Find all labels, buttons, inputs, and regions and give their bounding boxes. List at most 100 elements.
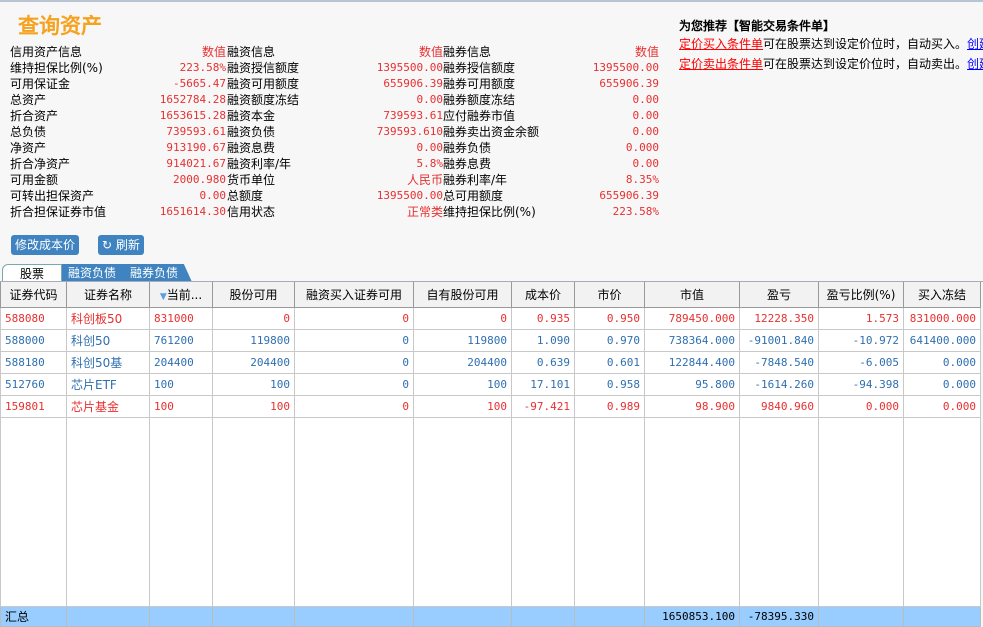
- sell-condition-link[interactable]: 定价卖出条件单: [679, 57, 763, 71]
- info-row: 融券额度冻结 0.00: [443, 92, 659, 108]
- column-label: 融资买入证券可用: [305, 287, 402, 302]
- edit-cost-button[interactable]: 修改成本价: [11, 235, 80, 255]
- table-row[interactable]: 588180 科创50基 204400 204400 0 204400 0.639 0.601…: [0, 350, 981, 374]
- info-header-label: 融券信息: [443, 45, 492, 59]
- table-cell: 100: [149, 372, 213, 396]
- info-row: 维持担保比例(%) 223.58%: [10, 60, 226, 76]
- info-row: 维持担保比例(%) 223.58%: [443, 204, 659, 220]
- column-header[interactable]: 自有股份可用: [413, 282, 512, 308]
- column-label: 证券名称: [83, 287, 132, 302]
- info-label: 融资负债: [227, 125, 276, 139]
- table-cell: 芯片ETF: [66, 372, 150, 396]
- column-label: 买入冻结: [917, 287, 966, 302]
- info-label: 融券额度冻结: [443, 93, 516, 107]
- table-row[interactable]: 159801 芯片基金 100 100 0 100 -97.421 0.989 98.900 98…: [0, 394, 981, 418]
- column-label: 市价: [597, 287, 622, 302]
- column-header[interactable]: ▼当前...: [149, 282, 213, 308]
- info-row: 应付融券市值 0.00: [443, 108, 659, 124]
- info-value: 正常类: [406, 205, 443, 219]
- info-value: 1395500.00: [592, 61, 659, 74]
- info-row: 融券息费 0.00: [443, 156, 659, 172]
- info-header-value: 数值: [634, 45, 659, 59]
- tab-bar: 股票 融资负债 融券负债: [0, 264, 200, 282]
- info-label: 折合担保证券市值: [10, 205, 107, 219]
- create-link[interactable]: 创建: [967, 37, 983, 51]
- table-cell: 0: [294, 394, 414, 418]
- info-label: 融资授信额度: [227, 61, 300, 75]
- table-cell: 98.900: [644, 394, 740, 418]
- table-row[interactable]: 512760 芯片ETF 100 100 0 100 17.101 0.958 95.800 -1…: [0, 372, 981, 396]
- table-cell: 122844.400: [644, 350, 740, 374]
- recommend-title: 为您推荐【智能交易条件单】: [679, 19, 836, 33]
- info-row: 净资产 913190.67: [10, 140, 226, 156]
- summary-row: 汇总 1650853.100 -78395.330: [0, 605, 981, 627]
- table-cell: 科创50: [66, 328, 150, 352]
- summary-cell: [574, 605, 645, 627]
- info-header: 融资信息 数值: [227, 44, 443, 60]
- table-cell: 831000: [149, 306, 213, 330]
- column-header[interactable]: 买入冻结: [903, 282, 981, 308]
- recommend-text: 可在股票达到设定价位时，自动卖出。: [763, 57, 968, 71]
- table-cell: 95.800: [644, 372, 740, 396]
- info-row: 折合净资产 914021.67: [10, 156, 226, 172]
- table-cell: 0: [212, 306, 295, 330]
- table-cell: 0.000: [818, 394, 904, 418]
- column-header[interactable]: 成本价: [511, 282, 575, 308]
- refresh-button[interactable]: ↻ 刷新: [98, 235, 144, 255]
- info-value: 0.00: [632, 93, 660, 106]
- info-label: 维持担保比例(%): [10, 61, 103, 75]
- column-header[interactable]: 融资买入证券可用: [294, 282, 414, 308]
- table-row[interactable]: 588000 科创50 761200 119800 0 119800 1.090 0.970 7…: [0, 328, 981, 352]
- tab-stocks[interactable]: 股票: [2, 264, 62, 282]
- create-link[interactable]: 创建: [967, 57, 983, 71]
- info-value: 1651614.30: [159, 205, 226, 218]
- table-cell: 0: [294, 306, 414, 330]
- info-row: 折合担保证券市值 1651614.30: [10, 204, 226, 220]
- info-column: 信用资产信息 数值 维持担保比例(%) 223.58% 可用保证金 -5665.47 总资产…: [10, 44, 226, 220]
- info-value: 1653615.28: [159, 109, 226, 122]
- info-label: 融资可用额度: [227, 77, 300, 91]
- info-value: 0.00: [416, 93, 444, 106]
- table-cell: -1614.260: [739, 372, 819, 396]
- info-value: 223.58%: [179, 61, 226, 74]
- info-label: 可用保证金: [10, 77, 71, 91]
- info-column: 融资信息 数值 融资授信额度 1395500.00 融资可用额度 655906.39 融资额…: [227, 44, 443, 220]
- column-header[interactable]: 证券代码: [0, 282, 67, 308]
- column-header[interactable]: 股份可用: [212, 282, 295, 308]
- info-label: 融券负债: [443, 141, 492, 155]
- info-row: 可转出担保资产 0.00: [10, 188, 226, 204]
- table-cell: 761200: [149, 328, 213, 352]
- info-label: 总负债: [10, 125, 47, 139]
- summary-cell: [903, 605, 981, 627]
- buy-condition-link[interactable]: 定价买入条件单: [679, 37, 763, 51]
- column-header[interactable]: 市价: [574, 282, 645, 308]
- empty-cell: [212, 416, 295, 607]
- column-header[interactable]: 盈亏比例(%): [818, 282, 904, 308]
- table-cell: 0.639: [511, 350, 575, 374]
- table-cell: 100: [212, 372, 295, 396]
- sort-desc-icon: ▼: [159, 291, 167, 302]
- column-header[interactable]: 盈亏: [739, 282, 819, 308]
- table-cell: 641400.000: [903, 328, 981, 352]
- table-cell: 0: [294, 350, 414, 374]
- recommend-text: 可在股票达到设定价位时，自动买入。: [763, 37, 968, 51]
- table-cell: 100: [413, 372, 512, 396]
- info-row: 融资负债 739593.610: [227, 124, 443, 140]
- info-value: 5.8%: [416, 157, 444, 170]
- info-value: 655906.39: [599, 189, 659, 202]
- recommend-item: 定价买入条件单可在股票达到设定价位时，自动买入。创建: [679, 34, 983, 54]
- info-value: 8.35%: [625, 173, 659, 186]
- empty-cell: [413, 416, 512, 607]
- info-label: 融资额度冻结: [227, 93, 300, 107]
- tab-short-debt[interactable]: 融券负债: [124, 264, 192, 282]
- column-label: 股份可用: [229, 287, 278, 302]
- column-header[interactable]: 证券名称: [66, 282, 150, 308]
- table-cell: 789450.000: [644, 306, 740, 330]
- table-cell: 0.958: [574, 372, 645, 396]
- info-value: 1395500.00: [376, 189, 443, 202]
- info-value: 655906.39: [383, 77, 443, 90]
- column-header[interactable]: 市值: [644, 282, 740, 308]
- tab-margin-debt[interactable]: 融资负债: [62, 264, 124, 282]
- info-label: 折合净资产: [10, 157, 71, 171]
- table-row[interactable]: 588080 科创板50 831000 0 0 0 0.935 0.950 789450.000…: [0, 306, 981, 330]
